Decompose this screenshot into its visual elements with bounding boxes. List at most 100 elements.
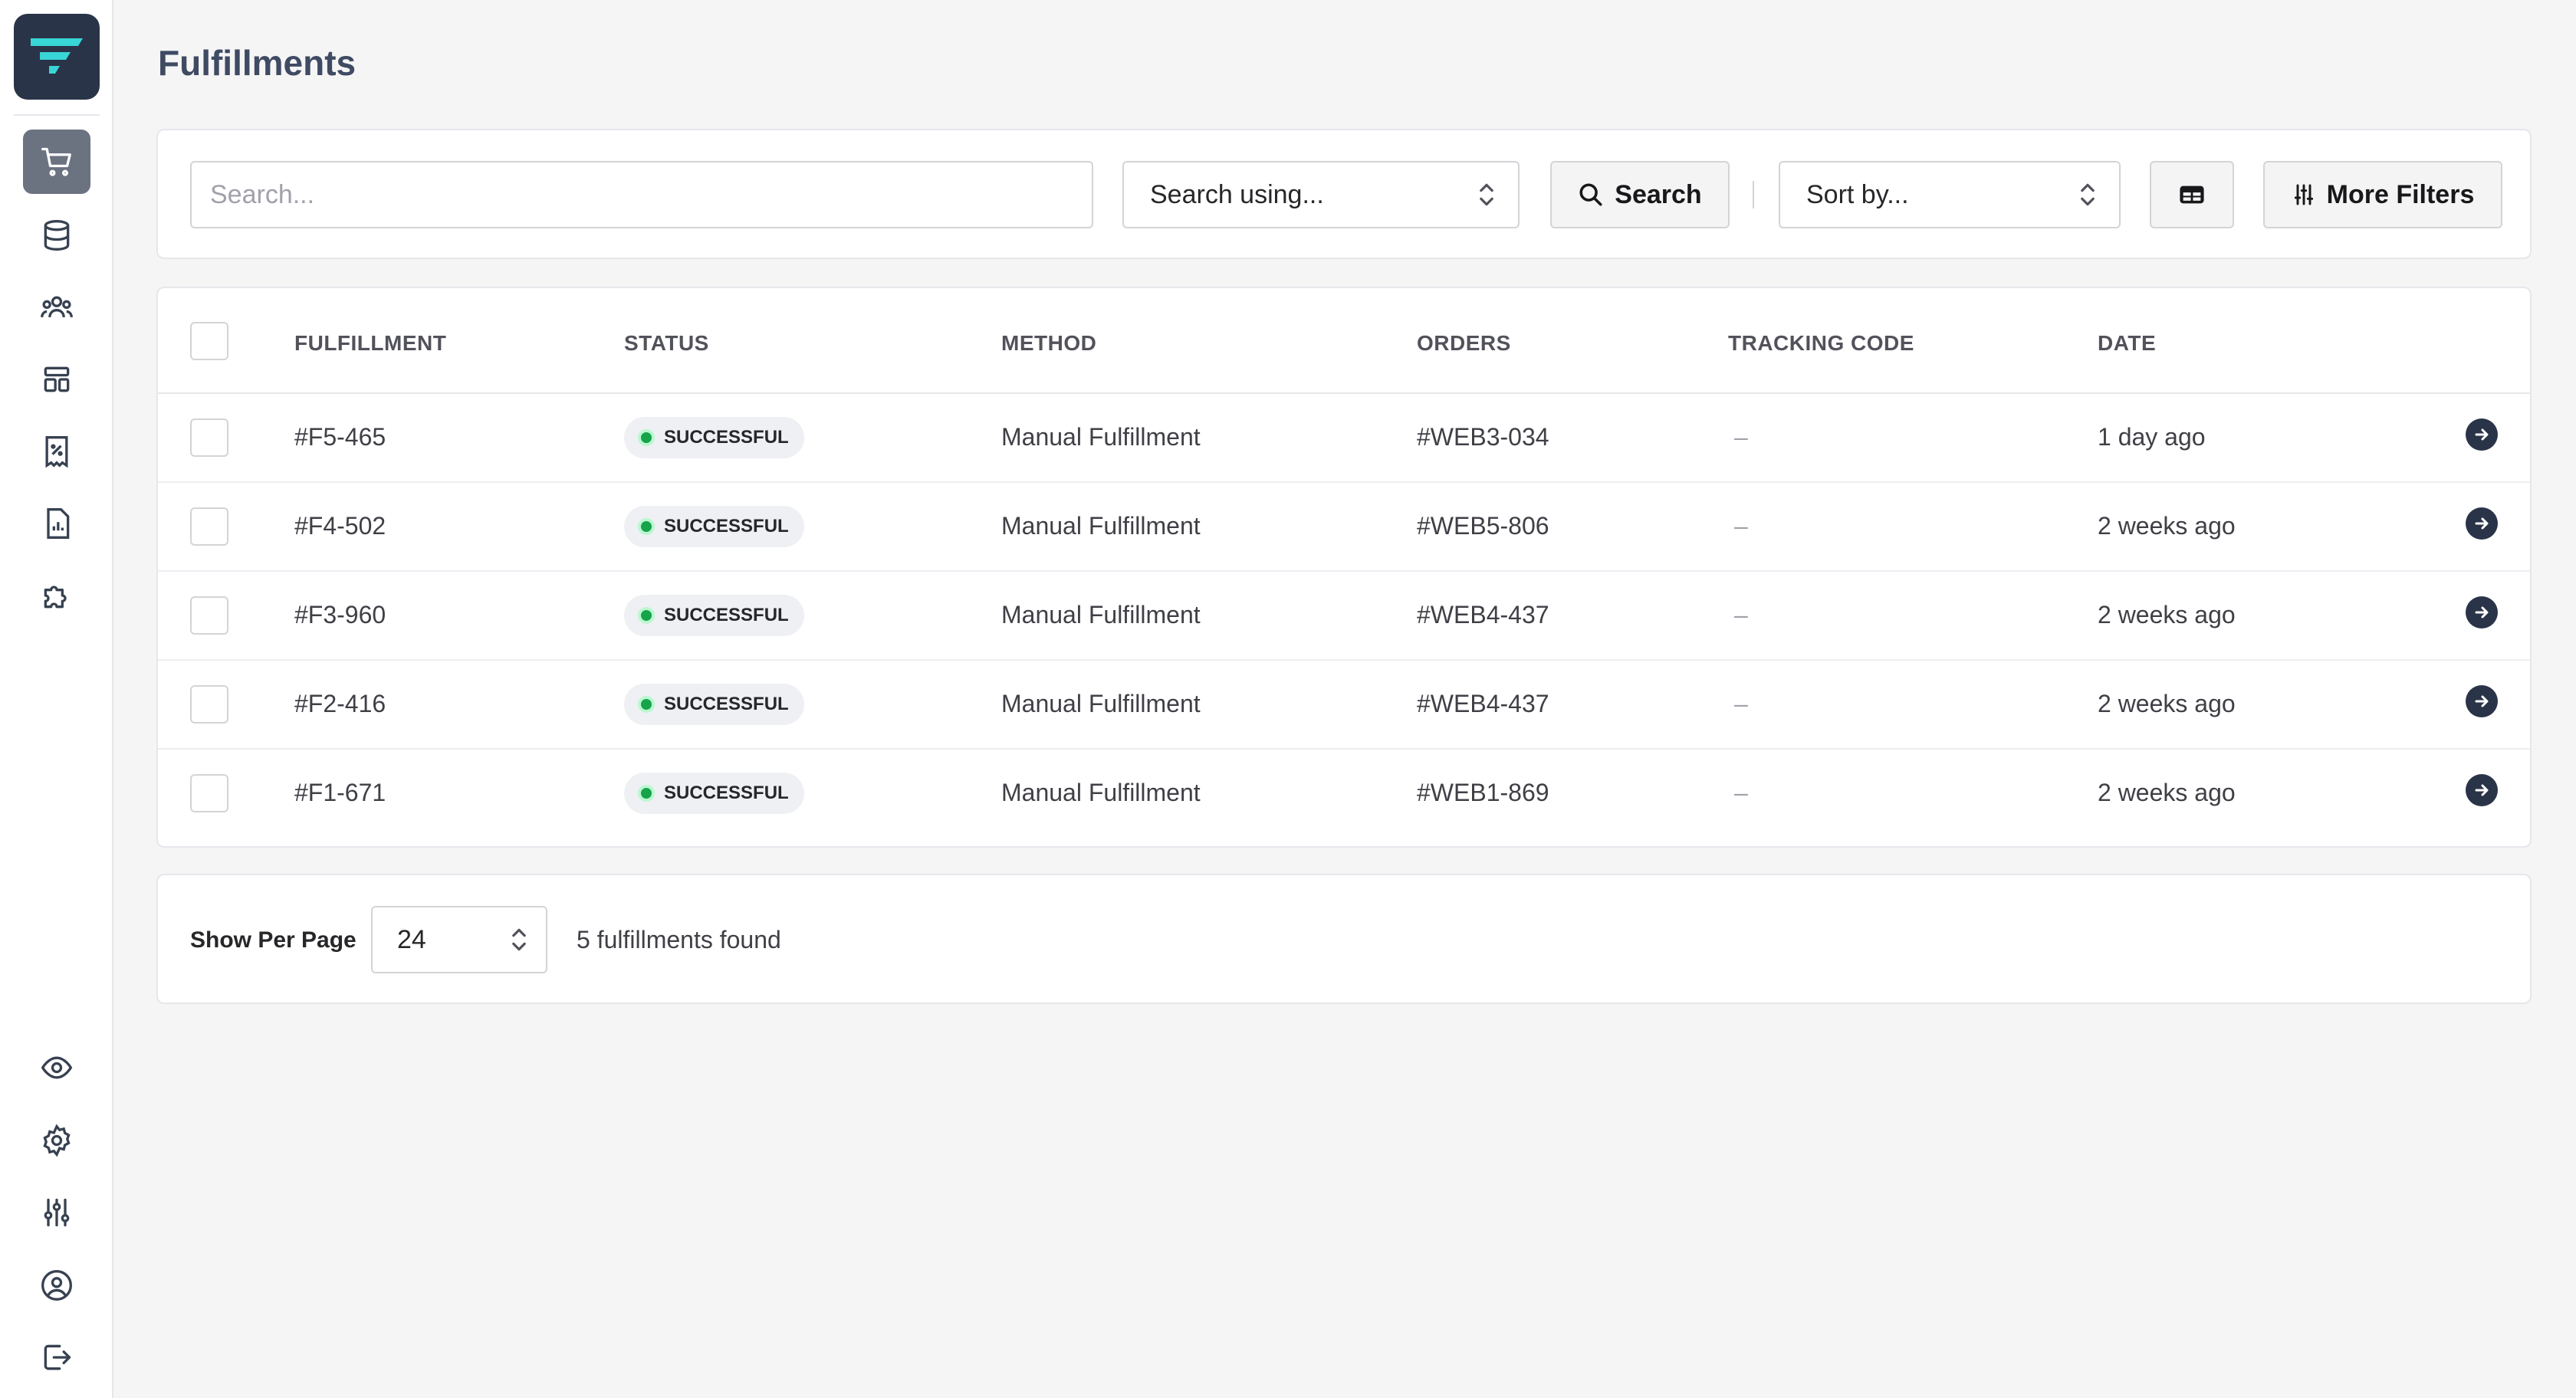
- page-title: Fulfillments: [158, 43, 356, 83]
- arrow-right-icon: [2475, 606, 2489, 619]
- chevron-updown-icon: [1480, 183, 1493, 206]
- table-row[interactable]: #F4-502 SUCCESSFUL Manual Fulfillment #W…: [158, 483, 2530, 572]
- fulfillments-table: FULFILLMENT STATUS METHOD ORDERS TRACKIN…: [156, 287, 2532, 848]
- tracking-code: –: [1734, 601, 1748, 628]
- status-label: SUCCESSFUL: [664, 427, 789, 448]
- fulfillment-id[interactable]: #F2-416: [294, 690, 386, 718]
- tracking-code: –: [1734, 512, 1748, 540]
- sidebar: [0, 0, 113, 1398]
- user-circle-icon: [41, 1270, 72, 1301]
- puzzle-icon: [44, 586, 67, 609]
- arrow-right-icon: [2475, 695, 2489, 707]
- table-row[interactable]: #F2-416 SUCCESSFUL Manual Fulfillment #W…: [158, 661, 2530, 750]
- fulfillment-id[interactable]: #F3-960: [294, 601, 386, 629]
- search-button-label: Search: [1615, 179, 1702, 209]
- row-open-button[interactable]: [2466, 774, 2498, 806]
- order-link[interactable]: #WEB4-437: [1417, 690, 1549, 718]
- table-row[interactable]: #F5-465 SUCCESSFUL Manual Fulfillment #W…: [158, 394, 2530, 483]
- col-fulfillment: FULFILLMENT: [294, 331, 447, 355]
- row-checkbox[interactable]: [190, 685, 228, 724]
- status-dot: [638, 785, 655, 802]
- pagination-bar: Show Per Page 24 5 fulfillments found: [156, 874, 2532, 1004]
- status-label: SUCCESSFUL: [664, 694, 789, 714]
- order-link[interactable]: #WEB1-869: [1417, 779, 1549, 807]
- tracking-code: –: [1734, 690, 1748, 717]
- database-icon: [44, 220, 70, 251]
- nav-discounts[interactable]: [23, 419, 90, 484]
- col-tracking-code: TRACKING CODE: [1728, 331, 1914, 355]
- search-using-label: Search using...: [1150, 179, 1324, 209]
- search-using-select[interactable]: Search using...: [1122, 161, 1520, 228]
- table-row[interactable]: #F3-960 SUCCESSFUL Manual Fulfillment #W…: [158, 572, 2530, 661]
- table-view-button[interactable]: [2150, 161, 2234, 228]
- date: 2 weeks ago: [2098, 690, 2236, 717]
- status-label: SUCCESSFUL: [664, 605, 789, 625]
- cart-icon: [41, 147, 71, 176]
- row-open-button[interactable]: [2466, 507, 2498, 540]
- results-count: 5 fulfillments found: [577, 926, 781, 953]
- status-dot: [638, 429, 655, 446]
- sort-by-select[interactable]: Sort by...: [1779, 161, 2121, 228]
- toolbar: Search using... Search Sort by... More F…: [156, 129, 2532, 259]
- nav-logout[interactable]: [23, 1325, 90, 1390]
- nav-preferences[interactable]: [23, 1180, 90, 1245]
- search-icon: [1579, 183, 1602, 206]
- order-link[interactable]: #WEB3-034: [1417, 423, 1549, 451]
- method: Manual Fulfillment: [1001, 423, 1201, 451]
- nav-customers[interactable]: [23, 275, 90, 340]
- tracking-code: –: [1734, 779, 1748, 806]
- row-open-button[interactable]: [2466, 685, 2498, 717]
- method: Manual Fulfillment: [1001, 690, 1201, 717]
- nav-settings[interactable]: [23, 1108, 90, 1173]
- users-icon: [41, 296, 73, 317]
- row-open-button[interactable]: [2466, 418, 2498, 451]
- fulfillment-id[interactable]: #F4-502: [294, 512, 386, 540]
- order-link[interactable]: #WEB5-806: [1417, 512, 1549, 540]
- nav-content[interactable]: [23, 347, 90, 412]
- chevron-updown-icon: [2081, 183, 2095, 206]
- row-checkbox[interactable]: [190, 774, 228, 812]
- nav-account[interactable]: [23, 1253, 90, 1318]
- status-dot: [638, 607, 655, 624]
- arrow-right-icon: [2475, 517, 2489, 530]
- row-open-button[interactable]: [2466, 596, 2498, 628]
- fulfillment-id[interactable]: #F1-671: [294, 779, 386, 807]
- table-row[interactable]: #F1-671 SUCCESSFUL Manual Fulfillment #W…: [158, 750, 2530, 838]
- report-icon: [47, 508, 70, 539]
- app-logo[interactable]: [14, 14, 100, 100]
- col-date: DATE: [2098, 331, 2157, 355]
- status-badge: SUCCESSFUL: [624, 684, 804, 725]
- nav-orders[interactable]: [23, 130, 90, 194]
- row-checkbox[interactable]: [190, 507, 228, 546]
- chevron-updown-icon: [512, 928, 526, 951]
- date: 2 weeks ago: [2098, 512, 2236, 540]
- arrow-right-icon: [2475, 784, 2489, 796]
- more-filters-button[interactable]: More Filters: [2263, 161, 2502, 228]
- fulfillment-id[interactable]: #F5-465: [294, 423, 386, 451]
- eye-icon: [41, 1056, 73, 1079]
- status-label: SUCCESSFUL: [664, 783, 789, 803]
- layout-icon: [44, 366, 70, 392]
- col-status: STATUS: [624, 331, 709, 355]
- select-all-checkbox[interactable]: [190, 322, 228, 360]
- row-checkbox[interactable]: [190, 596, 228, 635]
- search-button[interactable]: Search: [1550, 161, 1730, 228]
- status-badge: SUCCESSFUL: [624, 417, 804, 458]
- status-badge: SUCCESSFUL: [624, 773, 804, 814]
- search-input[interactable]: [190, 161, 1093, 228]
- date: 2 weeks ago: [2098, 779, 2236, 806]
- receipt-discount-icon: [45, 436, 68, 468]
- arrow-right-icon: [2475, 428, 2489, 441]
- nav-reports[interactable]: [23, 491, 90, 556]
- date: 2 weeks ago: [2098, 601, 2236, 628]
- tracking-code: –: [1734, 423, 1748, 451]
- per-page-select[interactable]: 24: [371, 906, 547, 973]
- status-label: SUCCESSFUL: [664, 516, 789, 537]
- order-link[interactable]: #WEB4-437: [1417, 601, 1549, 629]
- row-checkbox[interactable]: [190, 418, 228, 457]
- nav-preview[interactable]: [23, 1035, 90, 1100]
- per-page-value: 24: [397, 924, 426, 954]
- nav-extensions[interactable]: [23, 563, 90, 628]
- sliders-icon: [44, 1198, 70, 1227]
- nav-products[interactable]: [23, 203, 90, 267]
